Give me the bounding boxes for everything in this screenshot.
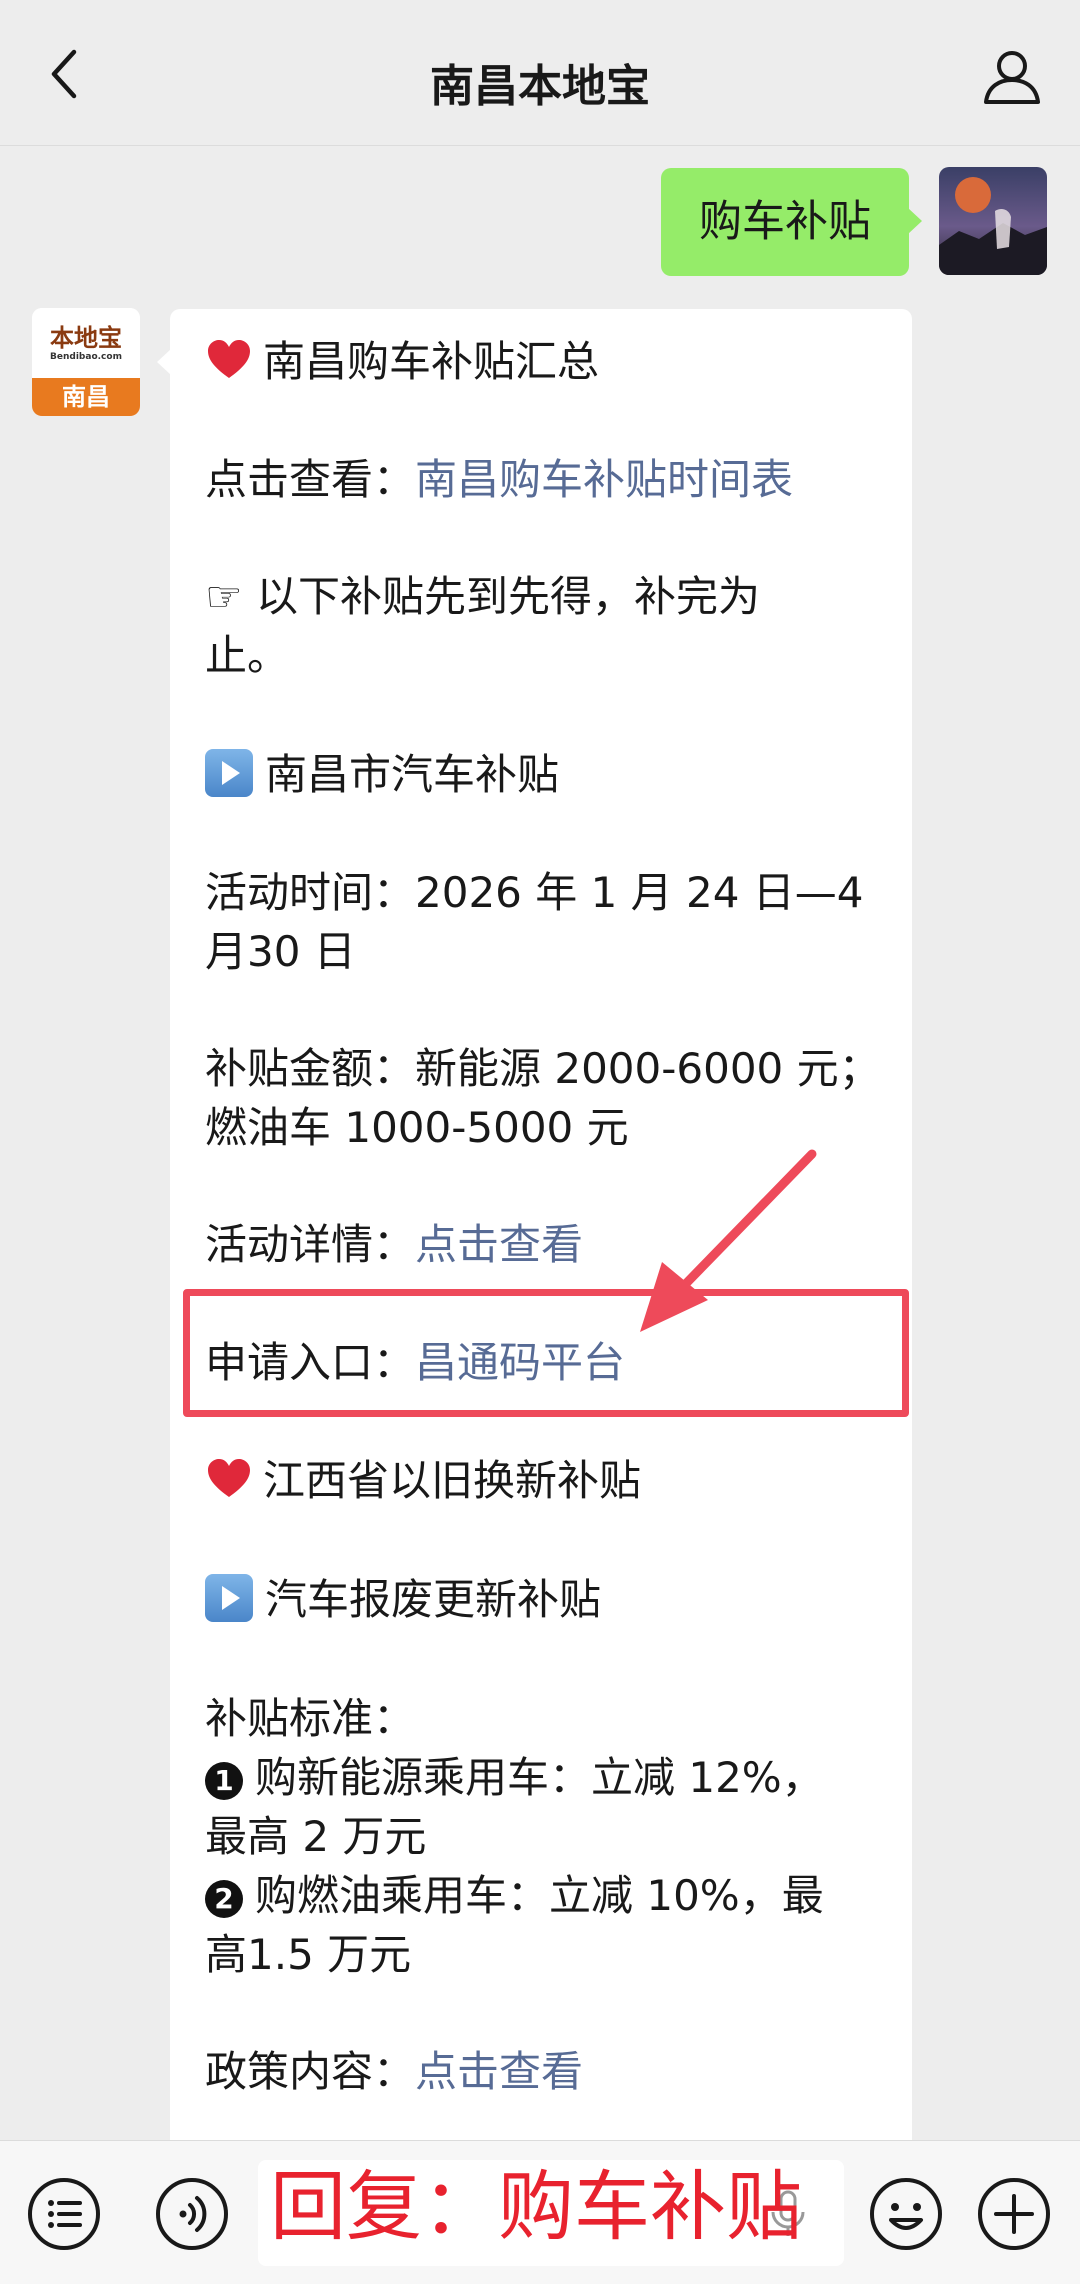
heading-1: 南昌购车补贴汇总 <box>263 337 600 386</box>
user-avatar[interactable] <box>939 167 1047 275</box>
bot-avatar-city: 南昌 <box>32 378 140 416</box>
voice-input-icon[interactable] <box>152 2174 232 2254</box>
subsidy-schedule-link[interactable]: 南昌购车补贴时间表 <box>415 455 793 504</box>
play-icon <box>205 1574 253 1622</box>
policy-line: 政策内容：点击查看 <box>205 2043 905 2101</box>
number-1-icon: 1 <box>205 1762 243 1800</box>
profile-icon[interactable] <box>980 44 1044 108</box>
section-1-title: 南昌市汽车补贴 <box>265 750 560 799</box>
menu-list-icon[interactable] <box>24 2174 104 2254</box>
section-1-line: 南昌市汽车补贴 <box>205 746 905 804</box>
heart-icon <box>208 340 250 378</box>
chat-title: 南昌本地宝 <box>430 61 650 112</box>
activity-time-line-2: 月30 日 <box>205 927 356 976</box>
chat-header: 南昌本地宝 <box>0 0 1080 146</box>
standard-item-1-line-1: 1 购新能源乘用车：立减 12%， <box>205 1749 905 1807</box>
policy-label: 政策内容： <box>205 2047 416 2096</box>
standard-item-2-line-1: 2 购燃油乘用车：立减 10%，最 <box>205 1867 905 1925</box>
section-2-line: 汽车报废更新补贴 <box>205 1571 905 1629</box>
play-icon <box>205 749 253 797</box>
heart-icon <box>208 1459 250 1497</box>
activity-detail-link[interactable]: 点击查看 <box>415 1220 583 1269</box>
number-2-icon: 2 <box>205 1880 243 1918</box>
policy-content-link[interactable]: 点击查看 <box>415 2047 583 2096</box>
standard-item-2-line-2: 高1.5 万元 <box>205 1930 412 1979</box>
notice-line-1: ☞ 以下补贴先到先得，补完为 <box>205 572 761 621</box>
standard-label: 补贴标准： <box>205 1694 416 1743</box>
notice-line-2: 止。 <box>205 631 290 680</box>
pointer-arrow-icon <box>640 1149 817 1332</box>
standard-item-1-line-2: 最高 2 万元 <box>205 1812 427 1861</box>
user-message-bubble[interactable]: 购车补贴 <box>661 168 922 276</box>
detail-label: 活动详情： <box>205 1220 416 1269</box>
back-arrow-icon[interactable] <box>36 44 96 104</box>
check-label: 点击查看： <box>205 455 416 504</box>
heading-2: 江西省以旧换新补贴 <box>263 1456 642 1505</box>
heading-line-2: 江西省以旧换新补贴 <box>205 1452 905 1510</box>
subsidy-amount-line-1: 补贴金额：新能源 2000-6000 元； <box>205 1044 881 1093</box>
bendibao-logo: 本地宝 <box>50 323 122 352</box>
heading-line-1: 南昌购车补贴汇总 <box>205 333 905 391</box>
add-more-icon[interactable] <box>974 2174 1054 2254</box>
reply-hint-overlay: 回复：购车补贴 <box>270 2162 802 2251</box>
section-2-title: 汽车报废更新补贴 <box>265 1575 602 1624</box>
emoji-icon[interactable] <box>866 2174 946 2254</box>
check-line: 点击查看：南昌购车补贴时间表 <box>205 451 905 509</box>
bot-avatar[interactable]: 本地宝 Bendibao.com 南昌 <box>32 308 140 416</box>
user-message-text: 购车补贴 <box>699 197 871 247</box>
activity-time-line-1: 活动时间：2026 年 1 月 24 日—4 <box>205 868 864 917</box>
bendibao-logo-url: Bendibao.com <box>50 352 122 362</box>
